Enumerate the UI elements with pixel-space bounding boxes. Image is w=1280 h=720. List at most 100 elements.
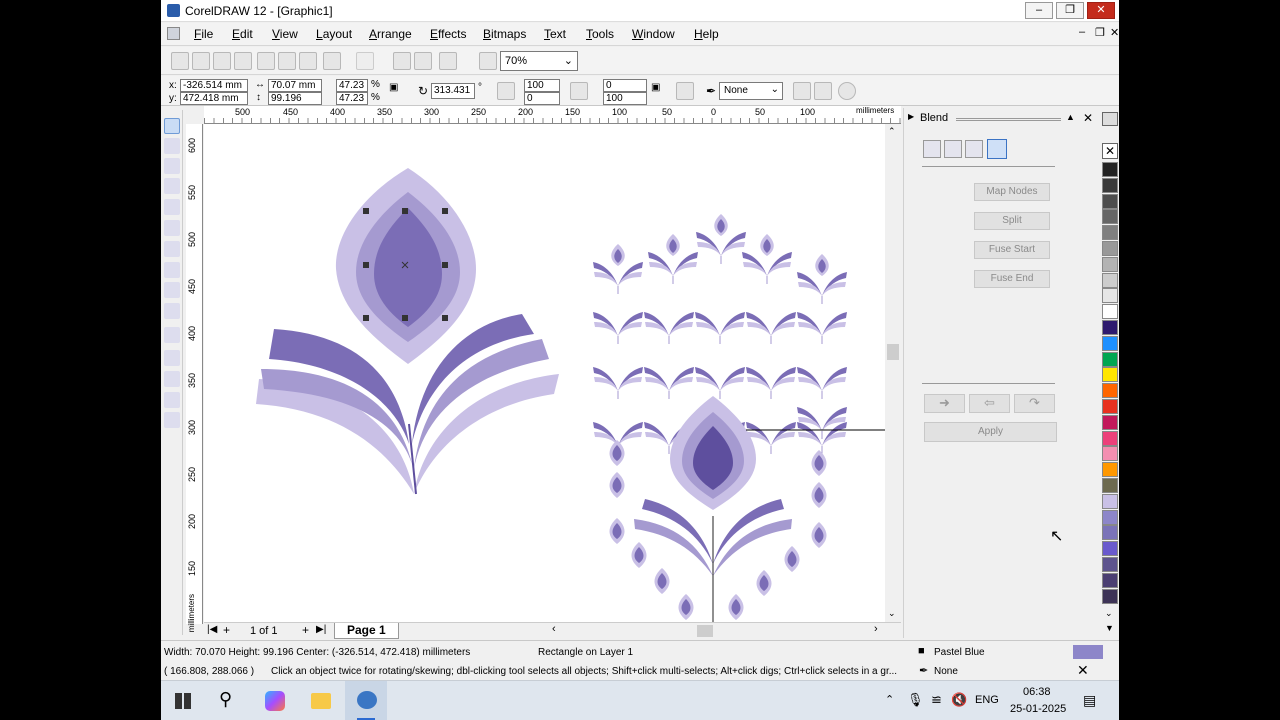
color-swatch[interactable] (1102, 478, 1118, 493)
save-icon[interactable] (213, 52, 231, 70)
color-swatch[interactable] (1102, 367, 1118, 383)
interactive-blend-icon[interactable] (164, 327, 180, 343)
doc-minimize-icon[interactable]: – (1079, 26, 1085, 38)
redo-icon[interactable] (356, 52, 374, 70)
color-swatch[interactable] (1102, 288, 1118, 304)
menu-edit[interactable]: Edit (232, 27, 253, 41)
menu-arrange[interactable]: Arrange (369, 27, 412, 41)
menu-layout[interactable]: Layout (316, 27, 352, 41)
language-indicator[interactable]: ENG (975, 694, 999, 706)
corel-online-icon[interactable] (479, 52, 497, 70)
minimize-button[interactable]: – (1025, 2, 1053, 19)
color-swatch[interactable] (1102, 209, 1118, 225)
right-pattern[interactable] (593, 214, 847, 622)
color-swatch[interactable] (1102, 335, 1118, 351)
menu-file[interactable]: File (194, 27, 213, 41)
fuse-start-button[interactable]: Fuse Start (974, 241, 1050, 259)
paste-icon[interactable] (299, 52, 317, 70)
menu-window[interactable]: Window (632, 27, 675, 41)
color-swatch[interactable] (1102, 399, 1118, 414)
blend-color-tab-icon[interactable] (965, 140, 983, 158)
ellipse-tool-icon[interactable] (164, 241, 180, 257)
open-icon[interactable] (192, 52, 210, 70)
color-swatch[interactable] (1102, 446, 1118, 462)
to-back-icon[interactable] (814, 82, 832, 100)
new-icon[interactable] (171, 52, 189, 70)
palette-options-icon[interactable] (1102, 112, 1118, 126)
scale-y-field[interactable]: 47.23 (336, 92, 368, 105)
to-front-icon[interactable] (793, 82, 811, 100)
apply-button[interactable]: Apply (924, 422, 1057, 442)
end-object-icon[interactable]: ⇦ (969, 394, 1010, 413)
fuse-end-button[interactable]: Fuse End (974, 270, 1050, 288)
tray-overflow-icon[interactable]: ⌃ (885, 693, 894, 706)
mirror-icon[interactable] (497, 82, 515, 100)
rectangle-tool-icon[interactable] (164, 220, 180, 236)
outline-tool-icon[interactable] (164, 371, 180, 387)
doc-close-icon[interactable]: ✕ (1110, 26, 1119, 39)
menu-text[interactable]: Text (544, 27, 566, 41)
wifi-icon[interactable]: ≌ (931, 692, 942, 708)
copy-icon[interactable] (278, 52, 296, 70)
scroll-left-icon[interactable]: ‹ (552, 623, 556, 635)
color-swatch[interactable] (1102, 351, 1118, 367)
vertical-scrollbar[interactable]: ⌃ ⌄ (885, 124, 901, 622)
color-swatch[interactable] (1102, 462, 1118, 478)
notifications-icon[interactable]: ▤ (1083, 692, 1096, 709)
lock-corners-icon[interactable]: ▣ (651, 82, 660, 93)
start-windows-icon[interactable] (175, 693, 191, 709)
copilot-icon[interactable] (265, 691, 285, 711)
file-explorer-icon[interactable] (311, 693, 331, 709)
scale-x-field[interactable]: 47.23 (336, 79, 368, 92)
page-tab[interactable]: Page 1 (334, 623, 399, 639)
color-swatch[interactable] (1102, 225, 1118, 241)
color-swatch[interactable] (1102, 430, 1118, 446)
basic-shapes-icon[interactable] (164, 282, 180, 298)
add-page-icon[interactable]: + (223, 623, 230, 637)
text-tool-icon[interactable] (164, 303, 180, 319)
blend-steps-tab-icon[interactable] (923, 140, 941, 158)
no-outline-icon[interactable]: ✕ (1077, 662, 1089, 679)
corner-a-field[interactable]: 100 (524, 79, 560, 92)
menu-view[interactable]: View (272, 27, 298, 41)
color-swatch[interactable] (1102, 414, 1118, 430)
cut-icon[interactable] (257, 52, 275, 70)
chevron-down-icon[interactable]: ⌄ (888, 608, 896, 619)
eyedropper-icon[interactable] (164, 350, 180, 366)
lock-ratio-icon[interactable]: ▣ (389, 82, 398, 93)
zoom-level-select[interactable]: 70% ⌄ (500, 51, 578, 71)
add-page-after-icon[interactable]: + (302, 623, 309, 637)
import-icon[interactable] (393, 52, 411, 70)
blend-acceleration-tab-icon[interactable] (944, 140, 962, 158)
menu-bitmaps[interactable]: Bitmaps (483, 27, 526, 41)
volume-muted-icon[interactable]: 🔇 (951, 692, 967, 708)
menu-help[interactable]: Help (694, 27, 719, 41)
restore-button[interactable]: ❐ (1056, 2, 1084, 19)
menu-effects[interactable]: Effects (430, 27, 466, 41)
path-properties-icon[interactable]: ↷ (1014, 394, 1055, 413)
height-field[interactable]: 99.196 mm (268, 92, 322, 115)
color-swatch[interactable] (1102, 509, 1118, 525)
docker-collapse-icon[interactable]: ▲ (1066, 112, 1075, 122)
corner-c-field[interactable]: 0 (603, 79, 647, 92)
freehand-tool-icon[interactable] (164, 178, 180, 194)
color-swatch[interactable] (1102, 162, 1118, 177)
search-icon[interactable]: ⚲ (219, 689, 232, 710)
hscroll-thumb[interactable] (697, 625, 713, 637)
clock-time[interactable]: 06:38 (1023, 686, 1051, 698)
undo-icon[interactable] (323, 52, 341, 70)
corner-round-icon[interactable] (570, 82, 588, 100)
corner-b-field[interactable]: 0 (524, 92, 560, 105)
clock-date[interactable]: 25-01-2025 (1010, 703, 1066, 715)
pick-tool-icon[interactable] (164, 118, 180, 134)
first-page-icon[interactable]: |◀ (207, 624, 217, 635)
color-swatch[interactable] (1102, 304, 1118, 320)
doc-restore-icon[interactable]: ❐ (1095, 26, 1105, 39)
zoom-tool-icon[interactable] (164, 158, 180, 174)
color-swatch[interactable] (1102, 256, 1118, 272)
map-nodes-button[interactable]: Map Nodes (974, 183, 1050, 201)
print-icon[interactable] (234, 52, 252, 70)
color-swatch[interactable] (1102, 241, 1118, 256)
shape-tool-icon[interactable] (164, 138, 180, 154)
interactive-fill-icon[interactable] (164, 412, 180, 428)
